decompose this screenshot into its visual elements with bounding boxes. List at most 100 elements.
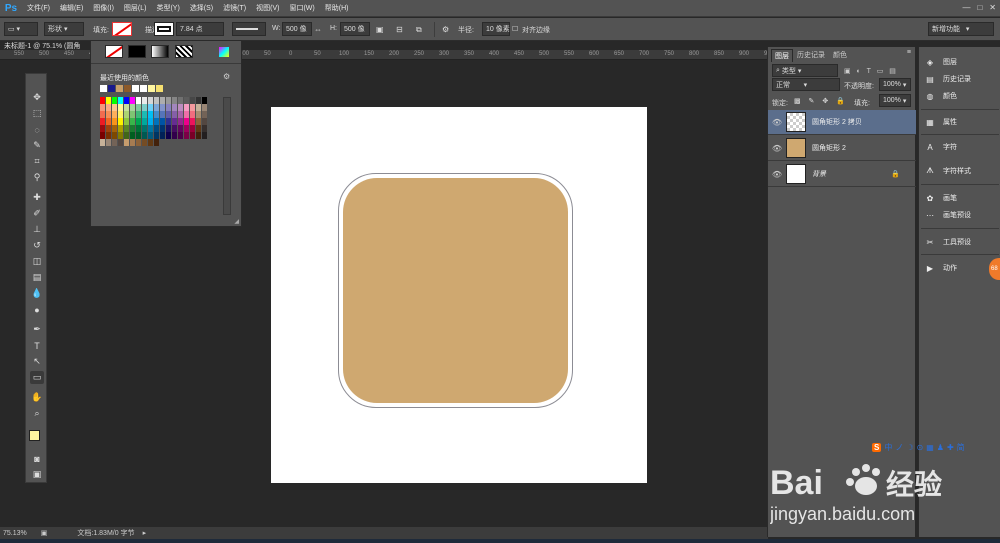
dock-brush-presets[interactable]: ⋯ 画笔预设 (923, 208, 999, 222)
gradient-button[interactable] (151, 45, 169, 58)
blur-tool-icon[interactable]: 💧 (30, 287, 44, 300)
link-icon[interactable]: ⇔ (314, 25, 322, 34)
dock-properties[interactable]: ▦ 属性 (923, 115, 999, 129)
crop-tool-icon[interactable]: ⌗ (30, 155, 44, 168)
zoom-level[interactable]: 75.13% (3, 530, 27, 537)
blend-mode-select[interactable]: 正常 ▾ (772, 78, 840, 91)
dock-history[interactable]: ▤ 历史记录 (923, 72, 999, 86)
stroke-type-select[interactable] (232, 22, 266, 36)
dock-brush[interactable]: ✿ 画笔 (923, 191, 999, 205)
stroke-swatch[interactable] (154, 22, 174, 36)
brush-tool-icon[interactable]: ✐ (30, 207, 44, 220)
menu-file[interactable]: 文件(F) (22, 3, 55, 13)
eyedropper-tool-icon[interactable]: ⚲ (30, 171, 44, 184)
floating-badge[interactable]: 68 (989, 258, 1000, 280)
color-swatch[interactable] (202, 104, 208, 111)
menu-window[interactable]: 窗口(W) (284, 3, 319, 13)
color-swatch[interactable] (202, 97, 208, 104)
screen-mode-icon[interactable]: ▣ (30, 468, 44, 481)
tab-color[interactable]: 颜色 (830, 49, 850, 61)
color-swatch[interactable] (202, 111, 208, 118)
menu-select[interactable]: 选择(S) (185, 3, 218, 13)
rounded-rectangle-shape[interactable] (338, 173, 573, 408)
layer-row[interactable]: 👁 背景 🔒 (768, 162, 916, 187)
menu-image[interactable]: 图像(I) (88, 3, 119, 13)
healing-brush-tool-icon[interactable]: ✚ (30, 191, 44, 204)
color-swatch[interactable] (202, 132, 208, 139)
dock-character[interactable]: A 字符 (923, 140, 999, 154)
minimize-button[interactable]: — (962, 3, 970, 12)
color-swatch[interactable] (154, 139, 160, 146)
align-edges-checkbox[interactable]: ☐ (512, 25, 518, 33)
foreground-color-swatch[interactable] (29, 430, 40, 441)
dock-character-styles[interactable]: ᗑ 字符样式 (923, 164, 999, 178)
dodge-tool-icon[interactable]: ● (30, 303, 44, 316)
recent-color-swatch[interactable] (132, 85, 139, 92)
path-selection-tool-icon[interactable]: ↖ (30, 355, 44, 368)
panel-menu-icon[interactable]: ≡ (907, 49, 911, 56)
maximize-button[interactable]: □ (977, 3, 982, 12)
fill-swatch[interactable] (112, 22, 132, 36)
path-alignment-icon[interactable]: ⊟ (396, 25, 403, 34)
layer-filter-select[interactable]: ⌕ 类型 ▾ (772, 64, 838, 77)
tab-history[interactable]: 历史记录 (794, 49, 828, 61)
no-color-button[interactable] (105, 45, 123, 58)
tool-preset-picker[interactable]: ▭ ▾ (4, 22, 38, 36)
filter-icons[interactable]: ▣ ◐ T ▭ ▤ (844, 67, 898, 75)
dock-actions[interactable]: ▶ 动作 (923, 261, 999, 275)
clone-stamp-tool-icon[interactable]: ⊥ (30, 223, 44, 236)
status-menu-arrow-icon[interactable]: ▸ (143, 529, 147, 537)
color-swatch[interactable] (202, 125, 208, 132)
pen-tool-icon[interactable]: ✒ (30, 323, 44, 336)
status-icon[interactable]: ▣ (41, 529, 48, 537)
hand-tool-icon[interactable]: ✋ (30, 391, 44, 404)
color-picker-icon[interactable] (219, 47, 229, 57)
menu-help[interactable]: 帮助(H) (320, 3, 354, 13)
marquee-tool-icon[interactable]: ⬚ (30, 107, 44, 120)
lasso-tool-icon[interactable]: ◌ (30, 123, 44, 136)
path-operations-icon[interactable]: ▣ (376, 25, 384, 34)
history-brush-tool-icon[interactable]: ↺ (30, 239, 44, 252)
quick-select-tool-icon[interactable]: ✎ (30, 139, 44, 152)
recent-color-swatch[interactable] (100, 85, 107, 92)
path-arrangement-icon[interactable]: ⧉ (416, 25, 422, 35)
visibility-eye-icon[interactable]: 👁 (768, 144, 786, 153)
resize-grip-icon[interactable]: ◢ (234, 218, 239, 225)
type-tool-icon[interactable]: T (30, 339, 44, 352)
dock-color[interactable]: ◍ 颜色 (923, 89, 999, 103)
radius-field[interactable]: 10 像素 (482, 22, 510, 36)
recent-color-swatch[interactable] (124, 85, 131, 92)
palette-scrollbar[interactable] (223, 97, 231, 215)
gradient-tool-icon[interactable]: ▤ (30, 271, 44, 284)
zoom-tool-icon[interactable]: ⌕ (30, 407, 44, 420)
gear-icon[interactable]: ⚙ (442, 25, 449, 34)
menu-edit[interactable]: 编辑(E) (55, 3, 88, 13)
eraser-tool-icon[interactable]: ◫ (30, 255, 44, 268)
visibility-eye-icon[interactable]: 👁 (768, 118, 786, 127)
width-field[interactable]: 500 像 (282, 22, 312, 36)
menu-type[interactable]: 类型(Y) (151, 3, 184, 13)
solid-color-button[interactable] (128, 45, 146, 58)
menu-view[interactable]: 视图(V) (251, 3, 284, 13)
dock-tool-presets[interactable]: ✂ 工具预设 (923, 235, 999, 249)
lock-icons[interactable]: ▩ ✎ ✥ 🔒 (794, 97, 848, 105)
recent-color-swatch[interactable] (108, 85, 115, 92)
fill-opacity-field[interactable]: 100% ▾ (879, 94, 911, 107)
menu-layer[interactable]: 图层(L) (119, 3, 152, 13)
dock-layers[interactable]: ◈ 图层 (923, 55, 999, 69)
document-canvas[interactable] (271, 107, 647, 483)
stroke-width-field[interactable]: 7.84 点 (176, 22, 224, 36)
mode-select[interactable]: 形状 ▾ (44, 22, 84, 36)
opacity-field[interactable]: 100% ▾ (879, 78, 911, 91)
recent-color-swatch[interactable] (156, 85, 163, 92)
layer-row[interactable]: 👁 圆角矩形 2 (768, 136, 916, 161)
tab-layers[interactable]: 图层 (771, 49, 793, 62)
recent-color-swatch[interactable] (140, 85, 147, 92)
workspace-select[interactable]: 新增功能 ▾ (928, 22, 994, 36)
color-swatch[interactable] (202, 118, 208, 125)
rounded-rectangle-tool-icon[interactable]: ▭ (30, 371, 44, 384)
visibility-eye-icon[interactable]: 👁 (768, 170, 786, 179)
popup-settings-gear-icon[interactable]: ⚙ (223, 72, 230, 81)
close-button[interactable]: ✕ (989, 3, 996, 12)
move-tool-icon[interactable]: ✥ (30, 91, 44, 104)
